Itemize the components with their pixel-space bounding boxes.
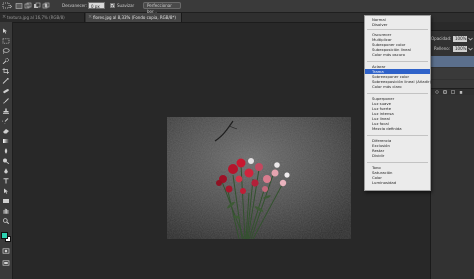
menu-separator [367, 162, 428, 163]
menu-separator [367, 29, 428, 30]
checkmark-icon [111, 4, 114, 7]
text-tool-icon[interactable] [2, 178, 10, 184]
marquee-tool-icon[interactable] [2, 38, 10, 44]
add-selection-icon[interactable] [24, 2, 32, 10]
chevron-down-icon[interactable] [468, 36, 473, 42]
eraser-tool-icon[interactable] [2, 128, 10, 134]
screen-mode-icon[interactable] [2, 260, 10, 266]
quick-selection-tool-icon[interactable] [2, 58, 10, 64]
rectangle-tool-icon[interactable] [2, 198, 10, 204]
menu-separator [367, 93, 428, 94]
foreground-color-swatch[interactable] [1, 232, 8, 239]
gradient-tool-icon[interactable] [2, 138, 10, 144]
options-bar: Desvanecer: 0 px Suavizar Perfeccionar b… [0, 0, 474, 14]
panel-header [431, 22, 474, 31]
history-brush-tool-icon[interactable] [2, 118, 10, 124]
blur-tool-icon[interactable] [2, 148, 10, 154]
brush-tool-icon[interactable] [2, 98, 10, 104]
selection-mode-buttons [15, 2, 55, 10]
menu-separator [367, 135, 428, 136]
refine-edge-button[interactable]: Perfeccionar bor... [143, 2, 181, 14]
document-canvas-image[interactable] [167, 117, 351, 239]
layers-panel: Opacidad: 100% Relleno: 100% [430, 22, 474, 279]
fill-input[interactable]: 100% [453, 46, 467, 52]
layer-row[interactable] [431, 68, 474, 79]
feather-input[interactable]: 0 px [88, 2, 105, 9]
menu-item-luminosidad[interactable]: Luminosidad [365, 180, 430, 185]
link-icon[interactable] [435, 90, 439, 94]
menu-item-color-mas-claro[interactable]: Color más claro [365, 84, 430, 89]
healing-brush-tool-icon[interactable] [2, 88, 10, 94]
hand-tool-icon[interactable] [2, 208, 10, 214]
mask-icon[interactable] [443, 90, 447, 94]
menu-item-mezcla-definida[interactable]: Mezcla definida [365, 126, 430, 131]
new-selection-icon[interactable] [15, 2, 23, 10]
pen-tool-icon[interactable] [2, 168, 10, 174]
menu-item-color-mas-oscuro[interactable]: Color más oscuro [365, 52, 430, 57]
crop-tool-icon[interactable] [2, 68, 10, 74]
eyedropper-tool-icon[interactable] [2, 78, 10, 84]
tab-flores[interactable]: × flores.jpg al 8,33% (Fondo copia, RGB/… [86, 13, 182, 22]
menu-item-dividir[interactable]: Dividir [365, 153, 430, 158]
close-icon[interactable]: × [88, 13, 92, 22]
quick-mask-icon[interactable] [2, 248, 10, 254]
intersect-selection-icon[interactable] [42, 2, 50, 10]
feather-label: Desvanecer: [62, 3, 88, 8]
opacity-label: Opacidad: [431, 36, 452, 41]
tab-label: flores.jpg al 8,33% (Fondo copia, RGB/8*… [93, 15, 176, 20]
move-tool-icon[interactable] [2, 28, 10, 34]
zoom-tool-icon[interactable] [2, 218, 10, 224]
smooth-label: Suavizar [117, 3, 135, 8]
smooth-checkbox[interactable] [110, 3, 115, 8]
marquee-tool-icon[interactable] [2, 2, 12, 10]
path-selection-tool-icon[interactable] [2, 188, 10, 194]
lasso-tool-icon[interactable] [2, 48, 10, 54]
new-layer-icon[interactable] [451, 90, 455, 94]
fill-label: Relleno: [434, 46, 451, 51]
color-swatches[interactable] [1, 232, 11, 243]
trash-icon[interactable] [459, 90, 463, 94]
tab-textura[interactable]: × textura.jpg al 16,7% (RGB/8) [0, 13, 85, 22]
menu-item-disolver[interactable]: Disolver [365, 22, 430, 27]
opacity-input[interactable]: 100% [453, 36, 467, 42]
layers-footer [431, 88, 474, 95]
blend-mode-dropdown[interactable]: Normal Disolver Oscurecer Multiplicar Su… [364, 15, 431, 191]
layer-row-selected[interactable] [431, 56, 474, 67]
close-icon[interactable]: × [2, 13, 6, 22]
tools-panel [0, 22, 13, 279]
clone-stamp-tool-icon[interactable] [2, 108, 10, 114]
subtract-selection-icon[interactable] [33, 2, 41, 10]
tab-label: textura.jpg al 16,7% (RGB/8) [7, 15, 65, 20]
chevron-down-icon[interactable] [468, 46, 473, 52]
menu-separator [367, 61, 428, 62]
dodge-tool-icon[interactable] [2, 158, 10, 164]
